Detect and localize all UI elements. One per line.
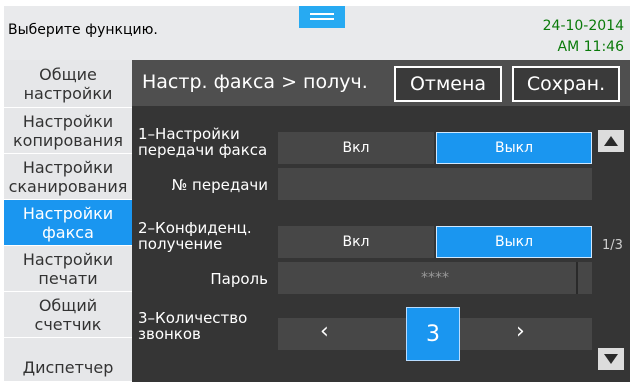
sidebar-item-scan-settings[interactable]: Настройки сканирования — [4, 154, 132, 200]
breadcrumb: Настр. факса > получ. — [142, 71, 368, 93]
sidebar-item-dispatcher[interactable]: Диспетчер — [4, 338, 132, 382]
cancel-button[interactable]: Отмена — [394, 66, 502, 102]
setting-label-fax-transmission: 1–Настройки передачи факса — [138, 126, 267, 158]
date-display: 24-10-2014 — [542, 18, 624, 34]
setting-label-confidential-receive: 2–Конфиденц. получение — [138, 220, 252, 252]
page-indicator: 1/3 — [602, 238, 623, 253]
sidebar-item-total-counter[interactable]: Общий счетчик — [4, 292, 132, 338]
sidebar-item-label: копирования — [13, 130, 123, 150]
decrease-ring-count-button[interactable]: ‹ — [320, 319, 329, 344]
sidebar-item-label: настройки — [23, 83, 113, 103]
sidebar-item-label: сканирования — [8, 176, 128, 196]
fax-transmission-on-button[interactable]: Вкл — [278, 132, 434, 164]
increase-ring-count-button[interactable]: › — [516, 319, 525, 344]
sidebar-item-label: Общий — [38, 295, 98, 315]
screen: Выберите функцию. 24-10-2014 AM 11:46 Об… — [4, 6, 630, 382]
sidebar-item-fax-settings[interactable]: Настройки факса — [4, 200, 132, 246]
sidebar-item-label: Настройки — [22, 111, 114, 131]
sidebar-item-label: Настройки — [22, 203, 114, 223]
label-line: 3–Количество — [138, 309, 248, 327]
scroll-down-button[interactable] — [598, 348, 624, 370]
handle-line-icon — [310, 18, 334, 20]
sidebar-item-label: печати — [38, 268, 98, 288]
password-label: Пароль — [210, 270, 268, 288]
handle-line-icon — [310, 13, 334, 15]
triangle-down-icon — [604, 354, 618, 364]
save-button[interactable]: Сохран. — [512, 66, 620, 102]
sidebar-item-label: Общие — [39, 64, 97, 84]
main-panel: Настр. факса > получ. Отмена Сохран. 1–Н… — [132, 60, 630, 382]
triangle-up-icon — [604, 136, 618, 146]
transmission-number-label: № передачи — [171, 176, 268, 194]
password-field-divider — [576, 262, 578, 294]
sidebar-item-label: счетчик — [34, 314, 102, 334]
label-line: передачи факса — [138, 141, 268, 159]
password-field[interactable]: **** — [278, 262, 592, 294]
sidebar-item-label: факса — [42, 222, 94, 242]
top-bar: Выберите функцию. 24-10-2014 AM 11:46 — [4, 6, 630, 60]
sidebar-item-general-settings[interactable]: Общие настройки — [4, 60, 132, 108]
fax-transmission-off-button[interactable]: Выкл — [436, 132, 592, 164]
instruction-text: Выберите функцию. — [8, 22, 158, 38]
label-line: звонков — [138, 325, 201, 343]
scroll-up-button[interactable] — [598, 130, 624, 152]
sidebar-item-copy-settings[interactable]: Настройки копирования — [4, 108, 132, 154]
ring-count-value-button[interactable]: 3 — [406, 307, 460, 361]
label-line: получение — [138, 235, 223, 253]
confidential-on-button[interactable]: Вкл — [278, 226, 434, 258]
sidebar-item-print-settings[interactable]: Настройки печати — [4, 246, 132, 292]
label-line: 2–Конфиденц. — [138, 219, 252, 237]
sidebar: Общие настройки Настройки копирования На… — [4, 60, 132, 382]
transmission-number-field[interactable] — [278, 168, 592, 200]
panel-header: Настр. факса > получ. Отмена Сохран. — [132, 60, 630, 106]
pull-down-handle[interactable] — [299, 6, 345, 28]
setting-label-ring-count: 3–Количество звонков — [138, 310, 247, 342]
time-display: AM 11:46 — [557, 39, 624, 55]
sidebar-item-label: Настройки — [22, 249, 114, 269]
confidential-off-button[interactable]: Выкл — [436, 226, 592, 258]
sidebar-item-label: Настройки — [22, 157, 114, 177]
sidebar-item-label: Диспетчер — [22, 358, 114, 377]
label-line: 1–Настройки — [138, 125, 240, 143]
